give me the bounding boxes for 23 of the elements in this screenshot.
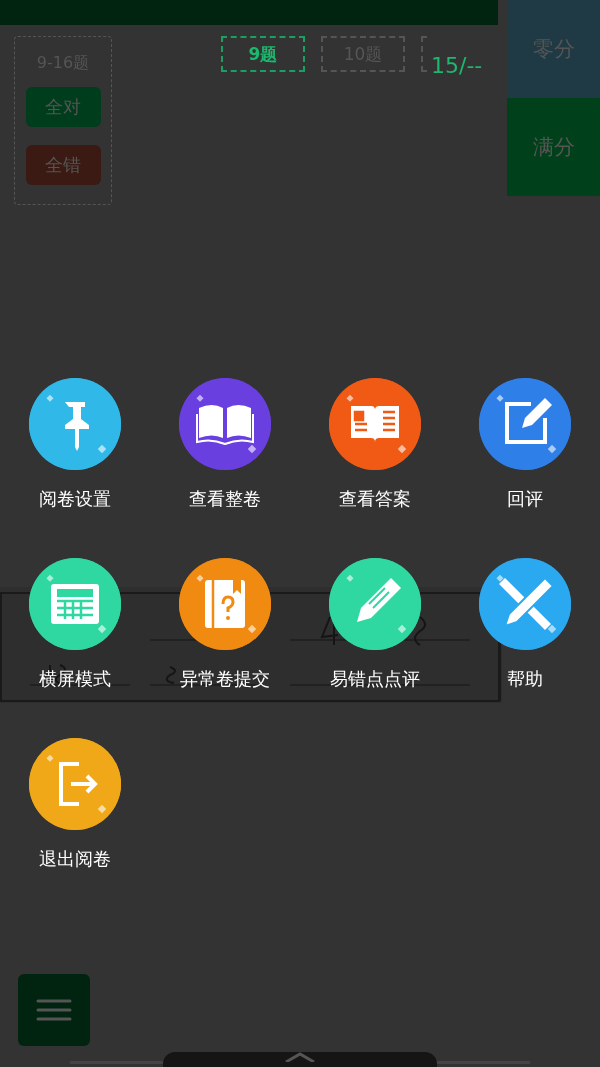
pencil-icon[interactable] <box>329 558 421 650</box>
ruler-pencil-icon[interactable] <box>479 558 571 650</box>
score-text: 15/-- <box>431 53 483 80</box>
menu-label[interactable]: 帮助 <box>507 667 543 691</box>
keyboard-icon[interactable] <box>29 558 121 650</box>
menu-label[interactable]: 退出阅卷 <box>39 847 111 871</box>
notebook-icon[interactable] <box>179 558 271 650</box>
menu-label[interactable]: 异常卷提交 <box>180 667 270 691</box>
edit-icon[interactable] <box>479 378 571 470</box>
menu-icon <box>36 999 72 1021</box>
pull-up-handle[interactable] <box>163 1052 437 1067</box>
menu-label[interactable]: 横屏模式 <box>39 667 111 691</box>
menu-label[interactable]: 回评 <box>507 487 543 511</box>
exit-icon[interactable] <box>29 738 121 830</box>
pin-icon[interactable] <box>29 378 121 470</box>
open-book-icon[interactable] <box>329 378 421 470</box>
menu-label[interactable]: 查看整卷 <box>189 487 261 511</box>
question-tab[interactable]: 9题 <box>221 36 305 72</box>
menu-label[interactable]: 阅卷设置 <box>39 487 111 511</box>
menu-label[interactable]: 易错点点评 <box>330 667 420 691</box>
chevron-up-icon <box>284 1052 316 1062</box>
book-icon[interactable] <box>179 378 271 470</box>
menu-label[interactable]: 查看答案 <box>339 487 411 511</box>
